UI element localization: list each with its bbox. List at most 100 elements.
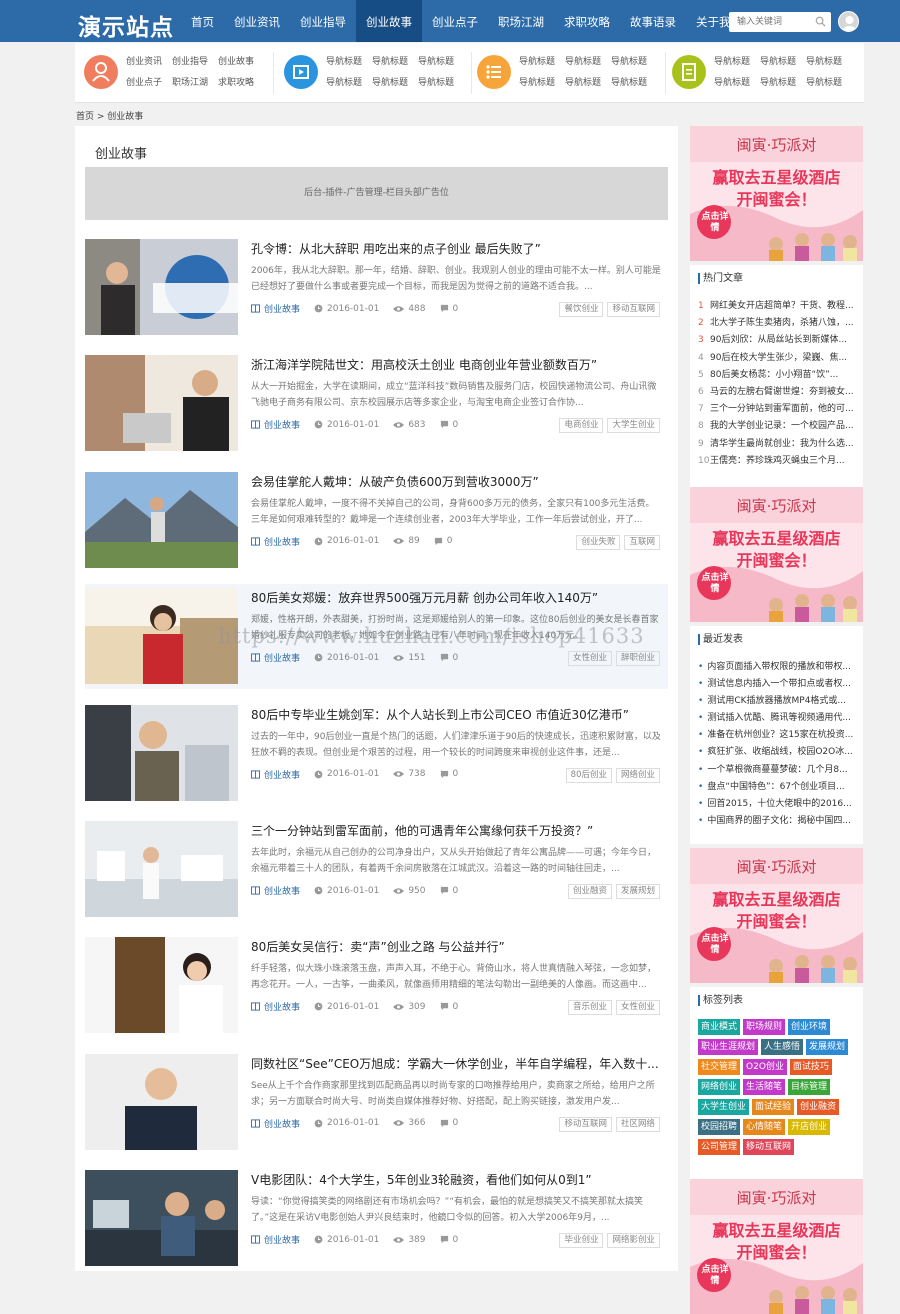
hot-article-item[interactable]: 3 90后刘欣：从局丝站长到新媒体...	[698, 332, 858, 349]
promo-cta[interactable]: 点击详情	[701, 212, 729, 234]
hot-article-item[interactable]: 7 三个一分钟站到雷军面前，他的可...	[698, 401, 858, 418]
hot-article-item[interactable]: 8 我的大学创业记录：一个校园产品...	[698, 418, 858, 435]
subnav-link[interactable]: 导航标题	[519, 73, 555, 94]
tag-chip[interactable]: 发展规划	[806, 1039, 849, 1055]
article-thumbnail[interactable]	[85, 588, 238, 685]
subnav-link[interactable]: 创业点子	[126, 73, 162, 94]
ad-placeholder[interactable]: 后台-插件-广告管理-栏目头部广告位	[85, 167, 668, 220]
article-tag[interactable]: 餐饮创业	[559, 302, 604, 317]
subnav-link[interactable]: 导航标题	[372, 73, 408, 94]
latest-post-item[interactable]: 测试插入优酷、腾讯等视频通用代...	[698, 710, 858, 727]
tag-chip[interactable]: 职场规则	[743, 1019, 786, 1035]
tag-chip[interactable]: O2O创业	[743, 1059, 787, 1075]
article-thumbnail[interactable]	[85, 1170, 238, 1267]
subnav-link[interactable]: 创业指导	[172, 52, 208, 73]
tag-chip[interactable]: 目标管理	[788, 1079, 831, 1095]
breadcrumb[interactable]: 首页 > 创业故事	[76, 109, 143, 122]
tag-chip[interactable]: 面试经验	[752, 1099, 795, 1115]
tag-chip[interactable]: 生活随笔	[743, 1079, 786, 1095]
nav-ideas[interactable]: 创业点子	[422, 0, 488, 42]
article-comments[interactable]: 0	[440, 1235, 458, 1245]
tag-chip[interactable]: 校园招聘	[698, 1119, 741, 1135]
article-tag[interactable]: 发展规划	[615, 884, 660, 899]
latest-post-item[interactable]: 回首2015，十位大佬眼中的2016...	[698, 796, 858, 813]
subnav-link[interactable]: 创业资讯	[126, 52, 162, 73]
article-item[interactable]: 80后美女吴信行：卖“声”创业之路 与公益并行” 纤手轻落，似大珠小珠滚落玉盘，声…	[85, 933, 668, 1038]
article-comments[interactable]: 0	[434, 536, 453, 546]
tag-chip[interactable]: 人生感悟	[761, 1039, 804, 1055]
subnav-link[interactable]: 导航标题	[519, 52, 555, 73]
tag-chip[interactable]: 网络创业	[698, 1079, 741, 1095]
subnav-link[interactable]: 导航标题	[565, 52, 601, 73]
latest-post-item[interactable]: 盘点“中国特色”：67个创业项目...	[698, 779, 858, 796]
article-comments[interactable]: 0	[440, 653, 458, 663]
article-tag[interactable]: 辞职创业	[615, 651, 660, 667]
tag-chip[interactable]: 开店创业	[788, 1119, 831, 1135]
article-category[interactable]: 创业故事	[251, 1117, 300, 1130]
tag-chip[interactable]: 商业模式	[698, 1019, 741, 1035]
article-title[interactable]: 三个一分钟站到雷军面前，他的可遇青年公寓缘何获千万投资？”	[251, 822, 593, 839]
article-title[interactable]: 会易佳掌舵人戴坤：从破产负债600万到营收3000万”	[251, 473, 539, 490]
subnav-link[interactable]: 导航标题	[418, 52, 454, 73]
subnav-link[interactable]: 求职攻略	[218, 73, 254, 94]
article-tag[interactable]: 大学生创业	[607, 418, 660, 434]
nav-workplace[interactable]: 职场江湖	[488, 0, 554, 42]
nav-quotes[interactable]: 故事语录	[620, 0, 686, 42]
tag-chip[interactable]: 职业生涯规划	[698, 1039, 759, 1055]
tag-chip[interactable]: 社交管理	[698, 1059, 741, 1075]
hot-article-item[interactable]: 2 北大学子陈生卖猪肉，杀猪八蚀，...	[698, 315, 858, 332]
article-comments[interactable]: 0	[440, 304, 458, 314]
subnav-link[interactable]: 导航标题	[714, 73, 750, 94]
tag-chip[interactable]: 大学生创业	[698, 1099, 750, 1115]
search-input[interactable]	[729, 12, 809, 32]
article-category[interactable]: 创业故事	[251, 1000, 300, 1013]
nav-jobs[interactable]: 求职攻略	[554, 0, 620, 42]
nav-guide[interactable]: 创业指导	[290, 0, 356, 42]
article-thumbnail[interactable]	[85, 821, 238, 917]
ad-banner[interactable]: 闽寅·巧派对 赢取去五星级酒店 开闽蜜会！ 点击详情	[690, 126, 863, 261]
latest-post-item[interactable]: 内容页面插入带权限的播放和带权...	[698, 659, 858, 676]
article-category[interactable]: 创业故事	[251, 535, 300, 548]
article-comments[interactable]: 0	[440, 886, 458, 896]
article-thumbnail[interactable]	[85, 937, 238, 1034]
article-comments[interactable]: 0	[440, 1118, 458, 1128]
promo-cta[interactable]: 点击详情	[701, 934, 729, 956]
nav-home[interactable]: 首页	[181, 0, 224, 42]
latest-post-item[interactable]: 测试信息内插入一个带扣点或者权...	[698, 676, 858, 693]
article-title[interactable]: 80后美女郑媛：放弃世界500强万元月薪 创办公司年收入140万”	[251, 589, 598, 606]
hot-article-item[interactable]: 10王儒亮：荞珍珠鸡灭蝇虫三个月...	[698, 453, 858, 470]
article-thumbnail[interactable]	[85, 1053, 238, 1150]
article-tag[interactable]: 网络影创业	[607, 1233, 660, 1249]
ad-banner[interactable]: 闽寅·巧派对 赢取去五星级酒店 开闽蜜会！ 点击详情	[690, 848, 863, 983]
article-title[interactable]: 80后美女吴信行：卖“声”创业之路 与公益并行”	[251, 938, 505, 955]
subnav-link[interactable]: 导航标题	[326, 52, 362, 73]
subnav-link[interactable]: 职场江湖	[172, 73, 208, 94]
latest-post-item[interactable]: 一个草根微商蔓蔓梦破：几个月8...	[698, 762, 858, 779]
subnav-link[interactable]: 导航标题	[611, 52, 647, 73]
article-tag[interactable]: 互联网	[624, 534, 660, 550]
ad-banner[interactable]: 闽寅·巧派对 赢取去五星级酒店 开闽蜜会！ 点击详情	[690, 487, 863, 622]
article-title[interactable]: 孔令博：从北大辞职 用吃出来的点子创业 最后失败了”	[251, 240, 541, 257]
subnav-link[interactable]: 导航标题	[565, 73, 601, 94]
article-comments[interactable]: 0	[440, 1002, 458, 1012]
subnav-link[interactable]: 导航标题	[806, 52, 842, 73]
hot-article-item[interactable]: 6 马云的左膀右臂谢世煌：夯到被女...	[698, 384, 858, 401]
article-title[interactable]: 80后中专毕业生姚剑军：从个人站长到上市公司CEO 市值近30亿港币”	[251, 706, 629, 723]
promo-cta[interactable]: 点击详情	[701, 573, 729, 595]
article-tag[interactable]: 创业融资	[567, 884, 612, 899]
hot-article-item[interactable]: 9 清华学生最尚就创业：我为什么选...	[698, 436, 858, 453]
article-thumbnail[interactable]	[85, 471, 238, 568]
latest-post-item[interactable]: 准备在杭州创业？这15家在杭投资...	[698, 727, 858, 744]
nav-stories[interactable]: 创业故事	[356, 0, 422, 42]
subnav-link[interactable]: 导航标题	[372, 52, 408, 73]
article-tag[interactable]: 毕业创业	[559, 1233, 604, 1249]
article-category[interactable]: 创业故事	[251, 884, 300, 897]
user-avatar[interactable]	[838, 11, 859, 32]
article-item[interactable]: 会易佳掌舵人戴坤：从破产负债600万到营收3000万” 会易佳掌舵人戴坤，一度不得…	[85, 468, 668, 573]
tag-chip[interactable]: 创业环境	[788, 1019, 831, 1035]
article-tag[interactable]: 女性创业	[615, 1000, 660, 1016]
tag-chip[interactable]: 心情随笔	[743, 1119, 786, 1135]
article-thumbnail[interactable]	[85, 355, 238, 452]
article-comments[interactable]: 0	[440, 420, 458, 430]
article-category[interactable]: 创业故事	[251, 1233, 300, 1246]
